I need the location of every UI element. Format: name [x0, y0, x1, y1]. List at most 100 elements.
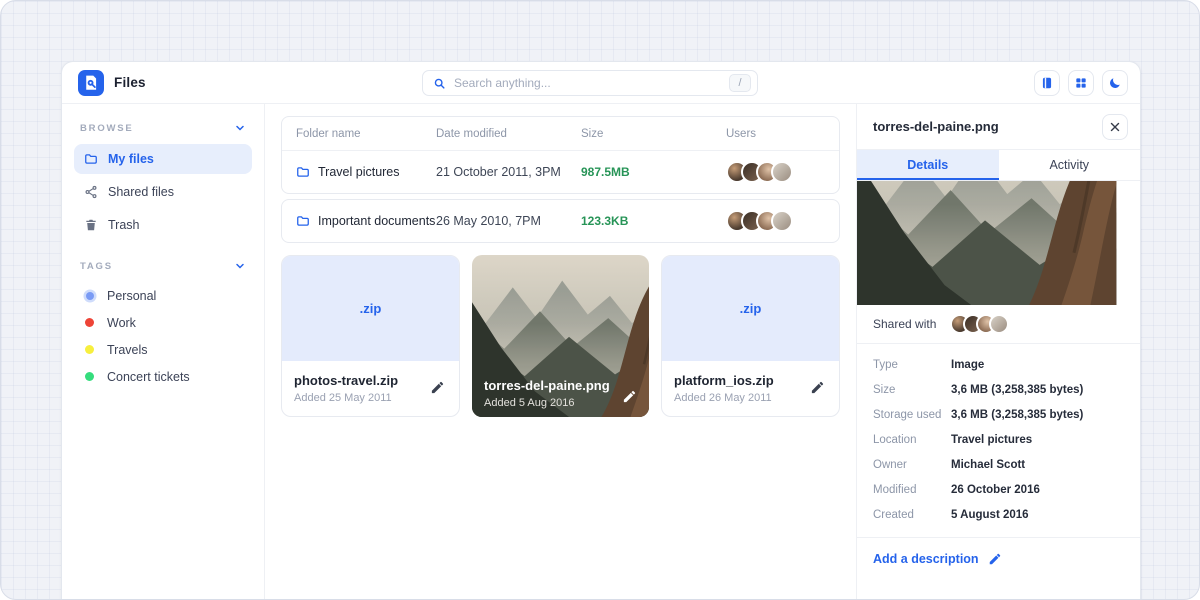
file-added-date: Added 25 May 2011 — [294, 392, 398, 404]
search-shortcut-badge: / — [729, 74, 751, 92]
topbar-actions — [1034, 70, 1128, 96]
search-bar[interactable]: / — [422, 70, 758, 96]
column-header-folder-name: Folder name — [296, 128, 436, 140]
date-modified: 21 October 2011, 3PM — [436, 165, 581, 179]
tag-label: Concert tickets — [107, 370, 190, 384]
folder-icon — [84, 152, 98, 166]
pencil-icon — [430, 380, 445, 395]
file-card-torres-del-paine-png[interactable]: torres-del-paine.png Added 5 Aug 2016 — [472, 255, 649, 417]
details-panel: torres-del-paine.png Details Activity S — [856, 104, 1140, 600]
folder-name: Travel pictures — [318, 165, 400, 179]
folders-table: Folder name Date modified Size Users Tra… — [281, 116, 840, 194]
detail-row-modified: Modified 26 October 2016 — [873, 477, 1124, 502]
file-added-date: Added 5 Aug 2016 — [484, 397, 610, 409]
sidebar-item-label: My files — [108, 152, 154, 166]
grid-view-button[interactable] — [1068, 70, 1094, 96]
search-icon — [433, 77, 446, 90]
tab-activity[interactable]: Activity — [999, 150, 1141, 180]
dark-mode-toggle[interactable] — [1102, 70, 1128, 96]
user-avatars — [726, 210, 825, 232]
tags-section-header[interactable]: TAGS — [74, 254, 252, 282]
tag-color-dot — [85, 345, 94, 354]
detail-row-storage-used: Storage used 3,6 MB (3,258,385 bytes) — [873, 402, 1124, 427]
folders-table-row-card: Important documents 26 May 2010, 7PM 123… — [281, 199, 840, 243]
detail-row-created: Created 5 August 2016 — [873, 502, 1124, 527]
file-details-list: Type Image Size 3,6 MB (3,258,385 bytes)… — [857, 344, 1140, 538]
top-bar: Files / — [62, 62, 1140, 104]
file-added-date: Added 26 May 2011 — [674, 392, 774, 404]
app-brand: Files — [62, 70, 146, 96]
chevron-down-icon[interactable] — [234, 260, 246, 272]
file-name: platform_ios.zip — [674, 373, 774, 388]
search-input[interactable] — [454, 76, 721, 90]
add-description-button[interactable]: Add a description — [857, 538, 1140, 580]
zip-badge: .zip — [360, 301, 382, 316]
tag-item-work[interactable]: Work — [74, 309, 252, 336]
folder-size: 123.3KB — [581, 214, 726, 228]
trash-icon — [84, 218, 98, 232]
sidebar-item-trash[interactable]: Trash — [74, 210, 252, 240]
sidebar-item-shared-files[interactable]: Shared files — [74, 177, 252, 207]
app-title: Files — [114, 75, 146, 90]
shared-user-avatars — [950, 314, 1009, 334]
file-card-platform-ios-zip[interactable]: .zip platform_ios.zip Added 26 May 2011 — [661, 255, 840, 417]
panel-tabs: Details Activity — [857, 150, 1140, 181]
close-icon — [1108, 120, 1122, 134]
zip-preview: .zip — [282, 256, 459, 361]
file-cards-row: .zip photos-travel.zip Added 25 May 2011 — [281, 255, 840, 417]
tag-item-travels[interactable]: Travels — [74, 336, 252, 363]
tag-color-dot — [85, 372, 94, 381]
tags-section: TAGS Personal Work Travels — [74, 254, 252, 390]
avatar — [989, 314, 1009, 334]
main-content: Folder name Date modified Size Users Tra… — [265, 104, 856, 600]
tag-label: Work — [107, 316, 136, 330]
file-card-photos-travel-zip[interactable]: .zip photos-travel.zip Added 25 May 2011 — [281, 255, 460, 417]
sidebar-item-my-files[interactable]: My files — [74, 144, 252, 174]
tag-label: Travels — [107, 343, 148, 357]
edit-file-button[interactable] — [620, 387, 639, 409]
library-button[interactable] — [1034, 70, 1060, 96]
pencil-icon — [810, 380, 825, 395]
detail-row-size: Size 3,6 MB (3,258,385 bytes) — [873, 377, 1124, 402]
panel-preview-image — [857, 181, 1140, 305]
tags-label: TAGS — [80, 261, 113, 272]
date-modified: 26 May 2010, 7PM — [436, 214, 581, 228]
library-icon — [1040, 76, 1054, 90]
user-avatars — [726, 161, 825, 183]
tag-item-concert-tickets[interactable]: Concert tickets — [74, 363, 252, 390]
tag-label: Personal — [107, 289, 156, 303]
file-name: photos-travel.zip — [294, 373, 398, 388]
table-header-row: Folder name Date modified Size Users — [282, 117, 839, 151]
folder-name: Important documents — [318, 214, 435, 228]
browse-section-header[interactable]: BROWSE — [74, 116, 252, 144]
tab-details[interactable]: Details — [857, 150, 999, 180]
table-row-travel-pictures[interactable]: Travel pictures 21 October 2011, 3PM 987… — [282, 151, 839, 193]
detail-row-type: Type Image — [873, 352, 1124, 377]
edit-file-button[interactable] — [428, 378, 447, 400]
pencil-icon — [988, 552, 1002, 566]
panel-file-title: torres-del-paine.png — [873, 119, 999, 134]
zip-badge: .zip — [740, 301, 762, 316]
files-app-window: Files / — [61, 61, 1141, 600]
close-panel-button[interactable] — [1102, 114, 1128, 140]
moon-icon — [1108, 76, 1122, 90]
sidebar: BROWSE My files Shared files — [62, 104, 265, 600]
sidebar-item-label: Shared files — [108, 185, 174, 199]
files-logo-icon — [78, 70, 104, 96]
pencil-icon — [622, 389, 637, 404]
tag-color-dot — [85, 318, 94, 327]
folder-icon — [296, 214, 310, 228]
column-header-date-modified: Date modified — [436, 128, 581, 140]
folder-icon — [296, 165, 310, 179]
avatar — [771, 210, 793, 232]
page-background: Files / — [0, 0, 1200, 600]
folder-size: 987.5MB — [581, 165, 726, 179]
column-header-users: Users — [726, 128, 825, 140]
chevron-down-icon[interactable] — [234, 122, 246, 134]
column-header-size: Size — [581, 128, 726, 140]
table-row-important-documents[interactable]: Important documents 26 May 2010, 7PM 123… — [282, 200, 839, 242]
share-icon — [84, 185, 98, 199]
file-name: torres-del-paine.png — [484, 378, 610, 393]
tag-item-personal[interactable]: Personal — [74, 282, 252, 309]
edit-file-button[interactable] — [808, 378, 827, 400]
